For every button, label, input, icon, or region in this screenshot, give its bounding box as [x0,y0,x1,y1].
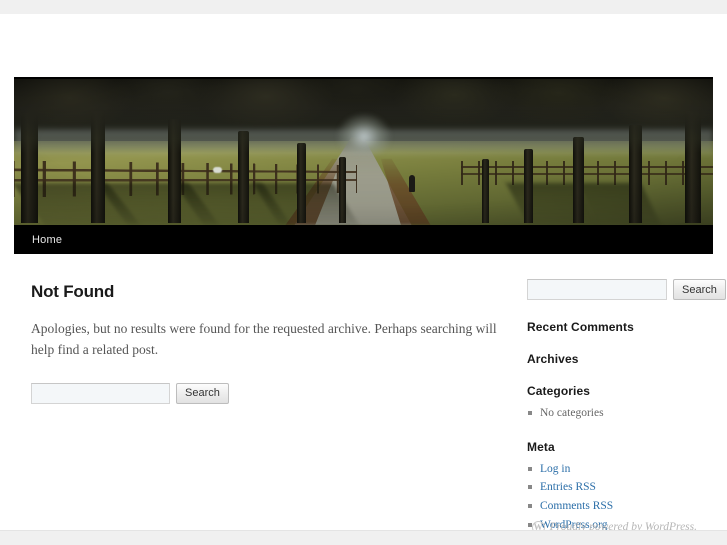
header-photo [14,79,713,225]
browser-chrome-bottom-bar [0,530,727,545]
sidebar: Search Recent Comments Archives Categori… [519,254,713,545]
content-search-button[interactable]: Search [176,383,229,404]
widget-categories: Categories No categories [527,384,699,422]
browser-viewport: Home Not Found Apologies, but no results… [0,0,727,545]
site-header-image[interactable] [14,77,713,225]
widget-title-recent-comments: Recent Comments [527,320,699,334]
list-item: No categories [527,405,699,422]
widget-title-categories: Categories [527,384,699,398]
nav-link-home[interactable]: Home [14,225,80,254]
page-body-text: Apologies, but no results were found for… [31,319,501,361]
content-search-input[interactable] [31,383,170,404]
nav-menu: Home [14,225,713,254]
widget-recent-comments: Recent Comments [527,320,699,334]
content-column: Not Found Apologies, but no results were… [14,254,519,545]
main-navigation: Home [14,225,713,254]
widget-search: Search [527,279,699,300]
sidebar-search-button[interactable]: Search [673,279,726,300]
categories-list: No categories [527,405,699,422]
site-main: Not Found Apologies, but no results were… [14,254,713,545]
meta-link-entries-rss[interactable]: Entries RSS [540,481,596,493]
header-photo-vignette [14,79,713,225]
sidebar-search-form: Search [527,279,699,300]
nav-item-home[interactable]: Home [14,225,80,254]
content-search-form: Search [31,383,519,404]
list-item: Log in [527,461,699,478]
sidebar-search-input[interactable] [527,279,667,300]
meta-link-log-in[interactable]: Log in [540,463,570,475]
browser-chrome-top-bar [0,0,727,14]
page-wrapper: Home Not Found Apologies, but no results… [14,14,713,530]
widget-title-archives: Archives [527,352,699,366]
list-item: Entries RSS [527,479,699,496]
widget-archives: Archives [527,352,699,366]
widget-title-meta: Meta [527,440,699,454]
page-title: Not Found [31,282,519,302]
